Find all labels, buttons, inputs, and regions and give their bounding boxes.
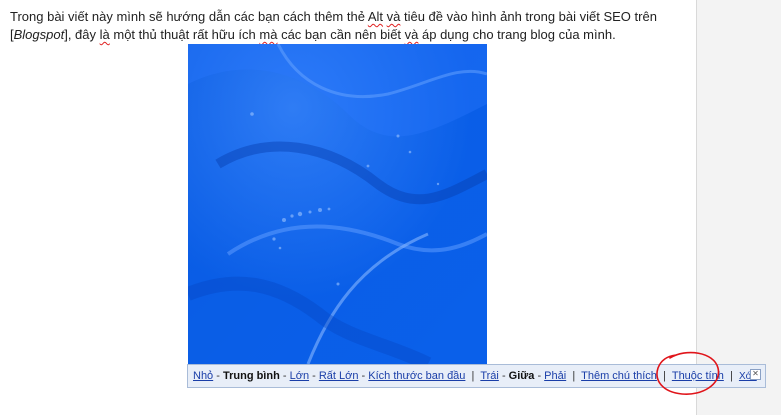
align-center-selected[interactable]: Giữa bbox=[509, 370, 535, 382]
size-original-link[interactable]: Kích thước ban đầu bbox=[368, 370, 465, 382]
size-medium-selected[interactable]: Trung bình bbox=[223, 370, 280, 382]
size-xlarge-link[interactable]: Rất Lớn bbox=[319, 370, 359, 382]
spellcheck-word-va-2: và bbox=[404, 27, 419, 42]
post-paragraph[interactable]: Trong bài viết này mình sẽ hướng dẫn các… bbox=[10, 8, 680, 44]
properties-link[interactable]: Thuộc tính bbox=[672, 370, 724, 382]
post-text-segment: ], đây bbox=[64, 27, 100, 42]
post-text-segment: Trong bài viết này mình sẽ hướng dẫn các… bbox=[10, 9, 368, 24]
spellcheck-word-la: là bbox=[99, 27, 110, 42]
separator: - bbox=[501, 370, 506, 382]
separator: - bbox=[537, 370, 542, 382]
spellcheck-word-alt: Alt bbox=[367, 9, 384, 24]
spellcheck-word-ma: mà bbox=[259, 27, 278, 42]
separator: | bbox=[569, 370, 579, 382]
separator: - bbox=[216, 370, 220, 382]
water-drops-image bbox=[188, 44, 487, 364]
image-toolbar: Nhỏ - Trung bình - Lớn - Rất Lớn - Kích … bbox=[187, 364, 766, 388]
post-editor-area[interactable]: Trong bài viết này mình sẽ hướng dẫn các… bbox=[0, 0, 697, 415]
separator: - bbox=[312, 370, 316, 382]
post-text-segment: áp dụng cho trang blog của mình. bbox=[418, 27, 616, 42]
post-image[interactable] bbox=[188, 44, 487, 364]
side-panel bbox=[697, 0, 781, 415]
add-caption-link[interactable]: Thêm chú thích bbox=[581, 370, 657, 382]
close-icon[interactable]: ✕ bbox=[750, 369, 761, 380]
separator: - bbox=[282, 370, 287, 382]
align-left-link[interactable]: Trái bbox=[480, 370, 499, 382]
size-small-link[interactable]: Nhỏ bbox=[193, 370, 213, 382]
separator: | bbox=[726, 370, 736, 382]
separator: | bbox=[468, 370, 478, 382]
align-right-link[interactable]: Phải bbox=[544, 370, 566, 382]
separator: - bbox=[361, 370, 366, 382]
post-text-segment: các bạn cần nên biết bbox=[277, 27, 405, 42]
separator: | bbox=[660, 370, 669, 382]
post-text-segment: một thủ thuật rất hữu ích bbox=[109, 27, 260, 42]
blogspot-italic: Blogspot bbox=[13, 27, 65, 42]
size-large-link[interactable]: Lớn bbox=[290, 370, 309, 382]
spellcheck-word-va: và bbox=[386, 9, 401, 24]
